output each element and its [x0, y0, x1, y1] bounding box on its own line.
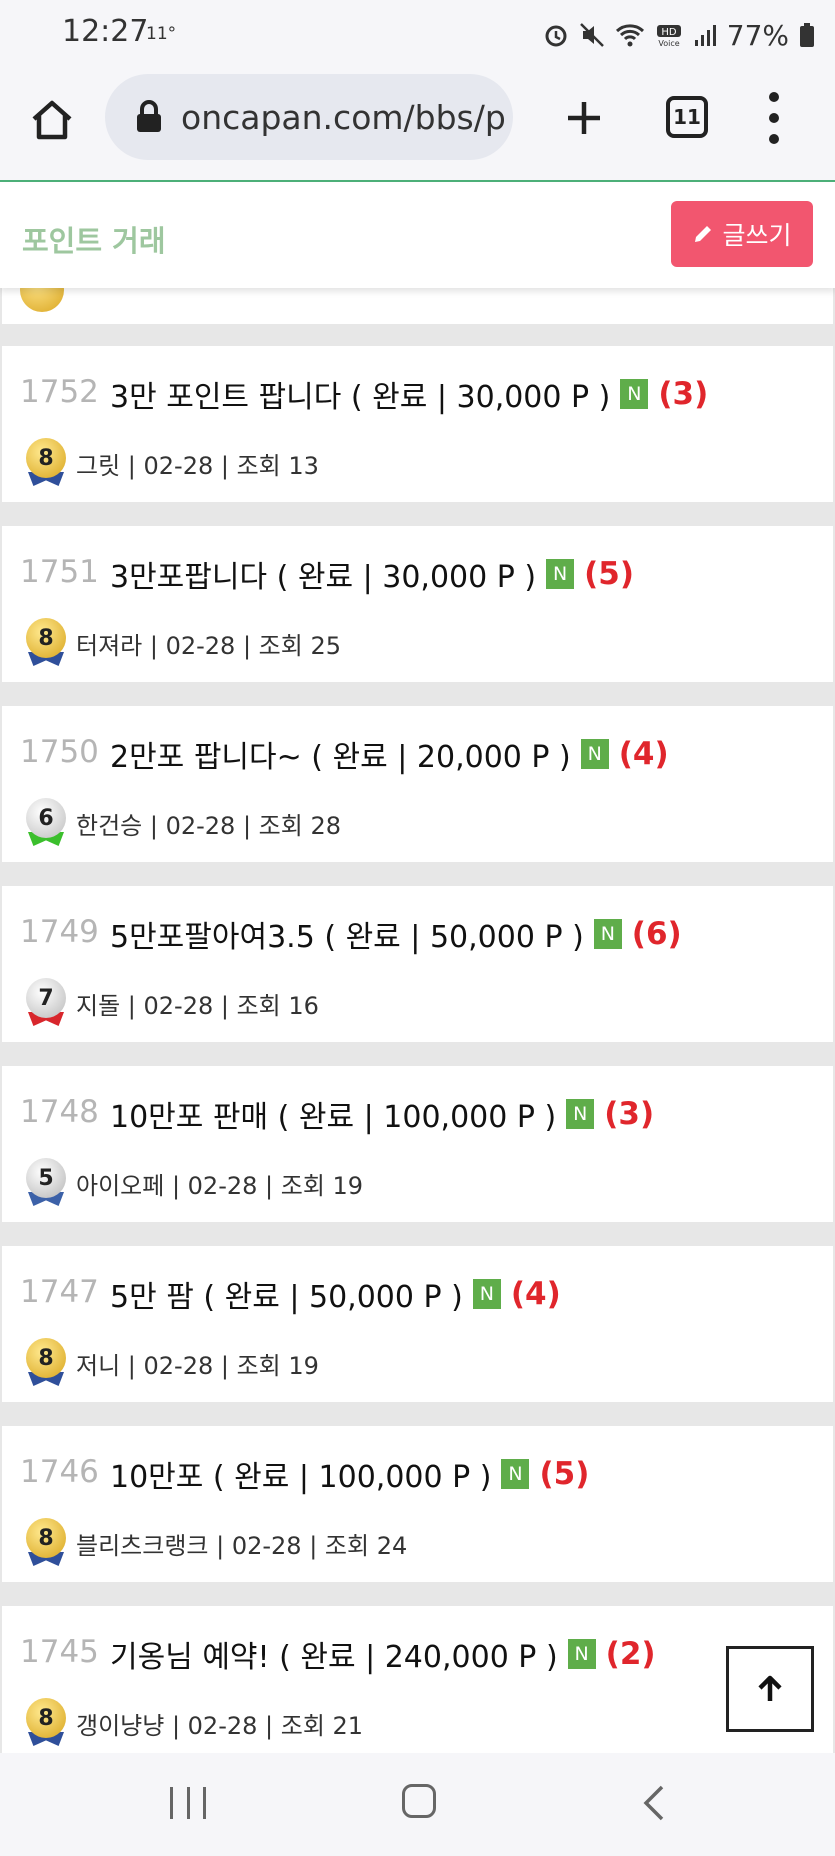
level-medal-icon: [20, 288, 64, 312]
post-title[interactable]: 3만포팝니다 ( 완료 | 30,000 P ): [110, 552, 536, 596]
level-medal-icon: 8: [22, 438, 70, 488]
pencil-icon: [695, 226, 712, 242]
post-number: 1748: [20, 1094, 99, 1130]
comment-count: (4): [510, 1276, 561, 1312]
new-badge: N: [620, 379, 649, 409]
post-number: 1752: [20, 374, 99, 410]
post-title[interactable]: 3만 포인트 팝니다 ( 완료 | 30,000 P ): [110, 372, 610, 416]
new-badge: N: [567, 1639, 596, 1669]
new-badge: N: [546, 559, 575, 589]
url-text: oncapan.com/bbs/p: [181, 97, 506, 137]
status-icons: HD Voice 77%: [543, 16, 815, 54]
tab-count: 11: [673, 105, 701, 129]
board-header: 포인트 거래 글쓰기: [0, 184, 835, 288]
write-button-label: 글쓰기: [722, 221, 792, 250]
comment-count: (5): [584, 556, 634, 592]
wifi-icon: [615, 24, 644, 47]
tab-switcher-button[interactable]: 11: [666, 96, 708, 138]
list-item[interactable]: 1747 5만 팜 ( 완료 | 50,000 P ) N (4) 8 저니 |…: [2, 1246, 833, 1402]
level-medal-icon: 8: [22, 1698, 70, 1748]
post-meta: 블리츠크랭크 | 02-28 | 조회 24: [76, 1531, 408, 1560]
comment-count: (4): [618, 736, 669, 772]
post-title[interactable]: 2만포 팝니다~ ( 완료 | 20,000 P ): [110, 732, 571, 776]
scroll-to-top-button[interactable]: [726, 1646, 814, 1732]
svg-text:HD: HD: [661, 27, 677, 38]
browser-toolbar: oncapan.com/bbs/p 11: [0, 70, 835, 182]
post-list: 1752 3만 포인트 팝니다 ( 완료 | 30,000 P ) N (3) …: [0, 288, 835, 1753]
browser-menu-icon[interactable]: [765, 92, 783, 144]
battery-percent: 77%: [726, 18, 789, 52]
home-icon: [32, 100, 72, 140]
comment-count: (2): [605, 1636, 656, 1672]
post-meta: 그릿 | 02-28 | 조회 13: [76, 451, 319, 480]
list-item[interactable]: 1751 3만포팝니다 ( 완료 | 30,000 P ) N (5) 8 터져…: [2, 526, 833, 682]
post-title[interactable]: 기옹님 예약! ( 완료 | 240,000 P ): [110, 1632, 558, 1676]
new-badge: N: [472, 1279, 501, 1309]
mute-icon: [579, 23, 604, 47]
write-post-button[interactable]: 글쓰기: [671, 201, 813, 267]
new-badge: N: [501, 1459, 530, 1489]
comment-count: (3): [658, 376, 709, 412]
list-item[interactable]: 1748 10만포 판매 ( 완료 | 100,000 P ) N (3) 5 …: [2, 1066, 833, 1222]
list-item[interactable]: 1750 2만포 팝니다~ ( 완료 | 20,000 P ) N (4) 6 …: [2, 706, 833, 862]
back-icon[interactable]: [640, 1783, 670, 1823]
address-bar[interactable]: oncapan.com/bbs/p: [105, 74, 513, 160]
level-medal-icon: 5: [22, 1158, 70, 1208]
signal-icon: [694, 25, 716, 46]
post-number: 1747: [20, 1274, 99, 1310]
system-home-icon[interactable]: [402, 1784, 436, 1818]
list-item[interactable]: 1752 3만 포인트 팝니다 ( 완료 | 30,000 P ) N (3) …: [2, 346, 833, 502]
comment-count: (6): [631, 916, 682, 952]
recents-icon[interactable]: [170, 1787, 206, 1819]
post-number: 1749: [20, 914, 99, 950]
comment-count: (3): [604, 1096, 655, 1132]
status-temperature: 11°: [146, 24, 177, 44]
post-meta: 지돌 | 02-28 | 조회 16: [76, 991, 319, 1020]
level-medal-icon: 8: [22, 1338, 70, 1388]
post-number: 1745: [20, 1634, 99, 1670]
post-title[interactable]: 5만 팜 ( 완료 | 50,000 P ): [110, 1272, 463, 1316]
new-badge: N: [566, 1099, 595, 1129]
new-badge: N: [593, 919, 622, 949]
list-item[interactable]: 1745 기옹님 예약! ( 완료 | 240,000 P ) N (2) 8 …: [2, 1606, 833, 1753]
comment-count: (5): [539, 1456, 590, 1492]
alarm-icon: [545, 25, 567, 47]
board-title: 포인트 거래: [22, 224, 166, 258]
list-item[interactable]: 1746 10만포 ( 완료 | 100,000 P ) N (5) 8 블리츠…: [2, 1426, 833, 1582]
system-nav-bar: [0, 1753, 835, 1856]
post-number: 1746: [20, 1454, 99, 1490]
level-medal-icon: 6: [22, 798, 70, 848]
status-bar: 12:27 11° HD Voice 77%: [0, 0, 835, 70]
post-number: 1751: [20, 554, 99, 590]
post-number: 1750: [20, 734, 99, 770]
level-medal-icon: 7: [22, 978, 70, 1028]
post-meta: 아이오페 | 02-28 | 조회 19: [76, 1171, 364, 1200]
lock-icon: [137, 100, 161, 132]
post-title[interactable]: 5만포팔아여3.5 ( 완료 | 50,000 P ): [110, 912, 584, 956]
post-title[interactable]: 10만포 ( 완료 | 100,000 P ): [110, 1452, 491, 1496]
browser-home-button[interactable]: [28, 96, 76, 144]
list-item[interactable]: 1749 5만포팔아여3.5 ( 완료 | 50,000 P ) N (6) 7…: [2, 886, 833, 1042]
post-meta: 갱이냥냥 | 02-28 | 조회 21: [76, 1711, 364, 1740]
post-meta: 저니 | 02-28 | 조회 19: [76, 1351, 319, 1380]
new-tab-plus-icon[interactable]: [560, 94, 608, 142]
post-title[interactable]: 10만포 판매 ( 완료 | 100,000 P ): [110, 1092, 556, 1136]
status-time: 12:27: [62, 14, 149, 49]
level-medal-icon: 8: [22, 618, 70, 668]
arrow-up-icon: [758, 1675, 782, 1701]
hd-voice-icon: HDVoice: [656, 25, 681, 48]
new-badge: N: [580, 739, 609, 769]
level-medal-icon: 8: [22, 1518, 70, 1568]
partial-list-item[interactable]: [2, 288, 833, 324]
post-meta: 터져라 | 02-28 | 조회 25: [76, 631, 341, 660]
svg-text:Voice: Voice: [658, 39, 679, 48]
battery-icon: [800, 23, 814, 47]
post-meta: 한건승 | 02-28 | 조회 28: [76, 811, 341, 840]
